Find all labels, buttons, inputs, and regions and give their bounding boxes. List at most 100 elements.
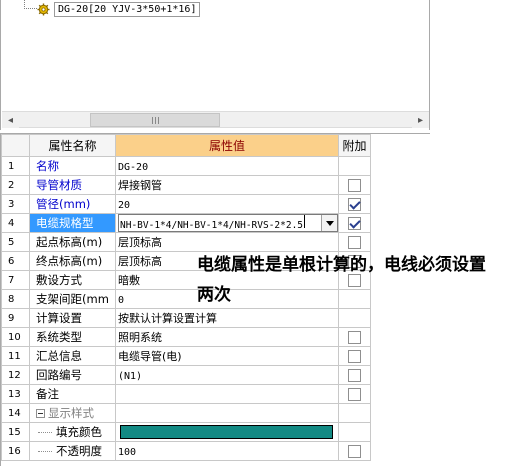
attach-checkbox[interactable] <box>348 387 361 401</box>
table-row-selected[interactable]: 4 电缆规格型 NH-BV-1*4/NH-BV-1*4/NH-RVS-2*2.5 <box>1 213 371 233</box>
property-value[interactable]: 照明系统 <box>115 327 339 347</box>
annotation-line-1: 电缆属性是单根计算的，电线必须设置 <box>197 255 486 275</box>
property-value[interactable] <box>115 384 339 404</box>
tree-panel: DG-20[20 YJV-3*50+1*16] ◂ ▸ <box>0 0 430 130</box>
attach-cell <box>338 365 371 385</box>
table-row[interactable]: 16 不透明度 100 <box>1 441 371 461</box>
table-row[interactable]: 2 导管材质 焊接钢管 <box>1 175 371 195</box>
property-name: 填充颜色 <box>29 422 116 442</box>
property-name: 备注 <box>29 384 116 404</box>
row-number: 4 <box>1 213 30 233</box>
property-name: 终点标高(m) <box>29 251 116 271</box>
property-value[interactable]: 电缆导管(电) <box>115 346 339 366</box>
tree-node-dg20[interactable]: DG-20[20 YJV-3*50+1*16] <box>37 1 201 17</box>
attach-cell <box>338 327 371 347</box>
property-name: 电缆规格型 <box>29 213 116 233</box>
attach-checkbox[interactable] <box>348 178 361 192</box>
property-name: 名称 <box>29 156 116 176</box>
property-value[interactable]: (N1) <box>115 365 339 385</box>
attach-cell <box>338 308 371 328</box>
property-name: 起点标高(m) <box>29 232 116 252</box>
cable-spec-text: NH-BV-1*4/NH-BV-1*4/NH-RVS-2*2.5 <box>120 220 304 231</box>
attach-checkbox[interactable] <box>348 330 361 344</box>
arrow-left-icon: ◂ <box>7 114 14 126</box>
property-name: 不透明度 <box>29 441 116 461</box>
property-name: 管径(mm) <box>29 194 116 214</box>
attach-checkbox[interactable] <box>348 349 361 363</box>
property-value[interactable]: 按默认计算设置计算 <box>115 308 339 328</box>
attach-cell <box>338 175 371 195</box>
attach-cell <box>338 403 371 423</box>
table-row[interactable]: 13 备注 <box>1 384 371 404</box>
tree-node-label[interactable]: DG-20[20 YJV-3*50+1*16] <box>54 1 201 17</box>
attach-checkbox[interactable] <box>348 235 361 249</box>
table-row-group[interactable]: 14 显示样式 <box>1 403 371 423</box>
scrollbar-thumb[interactable] <box>90 113 220 127</box>
row-number: 10 <box>1 327 30 347</box>
row-number: 16 <box>1 441 30 461</box>
attach-checkbox[interactable] <box>348 368 361 382</box>
scroll-right-button[interactable]: ▸ <box>412 112 429 128</box>
attach-cell <box>338 213 371 233</box>
property-name: 敷设方式 <box>29 270 116 290</box>
property-value[interactable] <box>115 422 339 442</box>
header-attach[interactable]: 附加 <box>338 134 371 157</box>
collapse-icon[interactable] <box>36 409 45 418</box>
header-property-name[interactable]: 属性名称 <box>29 134 116 157</box>
row-number: 6 <box>1 251 30 271</box>
table-row[interactable]: 10 系统类型 照明系统 <box>1 327 371 347</box>
property-group-name[interactable]: 显示样式 <box>29 403 116 423</box>
row-number: 2 <box>1 175 30 195</box>
table-row[interactable]: 12 回路编号 (N1) <box>1 365 371 385</box>
attach-cell <box>338 194 371 214</box>
gear-icon <box>37 3 50 15</box>
table-row[interactable]: 15 填充颜色 <box>1 422 371 442</box>
grip-icon <box>151 116 159 124</box>
attach-cell <box>338 156 371 176</box>
table-row[interactable]: 11 汇总信息 电缆导管(电) <box>1 346 371 366</box>
attach-checkbox[interactable] <box>348 197 361 211</box>
text-caret <box>304 215 306 228</box>
property-value-text: DG-20 <box>118 161 149 173</box>
property-value[interactable]: DG-20 <box>115 156 339 176</box>
row-number: 3 <box>1 194 30 214</box>
chevron-down-icon <box>325 220 334 226</box>
table-row[interactable]: 3 管径(mm) 20 <box>1 194 371 214</box>
property-value-text: 100 <box>118 446 137 458</box>
row-number: 13 <box>1 384 30 404</box>
table-row[interactable]: 1 名称 DG-20 <box>1 156 371 176</box>
header-row: 属性名称 属性值 附加 <box>1 134 371 157</box>
attach-checkbox[interactable] <box>348 444 361 458</box>
attach-cell <box>338 346 371 366</box>
row-number: 1 <box>1 156 30 176</box>
property-value-text: (N1) <box>118 370 143 382</box>
dropdown-button[interactable] <box>321 215 337 231</box>
annotation-line-2: 两次 <box>197 285 231 305</box>
cable-spec-input[interactable]: NH-BV-1*4/NH-BV-1*4/NH-RVS-2*2.5 <box>119 215 321 231</box>
tree-connector <box>24 8 37 9</box>
attach-cell <box>338 422 371 442</box>
property-name: 回路编号 <box>29 365 116 385</box>
property-value[interactable]: 层顶标高 <box>115 232 339 252</box>
cable-spec-combobox[interactable]: NH-BV-1*4/NH-BV-1*4/NH-RVS-2*2.5 <box>118 214 338 232</box>
attach-cell <box>338 441 371 461</box>
header-property-value[interactable]: 属性值 <box>115 134 339 157</box>
property-value[interactable]: 焊接钢管 <box>115 175 339 195</box>
property-name-text: 填充颜色 <box>56 425 102 439</box>
attach-checkbox[interactable] <box>348 216 361 230</box>
scroll-left-button[interactable]: ◂ <box>2 112 19 128</box>
row-number: 9 <box>1 308 30 328</box>
fill-color-swatch[interactable] <box>120 425 333 439</box>
table-row[interactable]: 9 计算设置 按默认计算设置计算 <box>1 308 371 328</box>
row-number: 14 <box>1 403 30 423</box>
tree-connector <box>38 451 52 452</box>
property-value <box>115 403 339 423</box>
property-value[interactable]: 100 <box>115 441 339 461</box>
arrow-right-icon: ▸ <box>417 114 424 126</box>
horizontal-scrollbar[interactable]: ◂ ▸ <box>2 111 429 128</box>
property-name: 系统类型 <box>29 327 116 347</box>
table-row[interactable]: 5 起点标高(m) 层顶标高 <box>1 232 371 252</box>
property-value[interactable]: NH-BV-1*4/NH-BV-1*4/NH-RVS-2*2.5 <box>115 213 339 233</box>
property-value[interactable]: 20 <box>115 194 339 214</box>
property-name-text: 不透明度 <box>56 444 102 458</box>
